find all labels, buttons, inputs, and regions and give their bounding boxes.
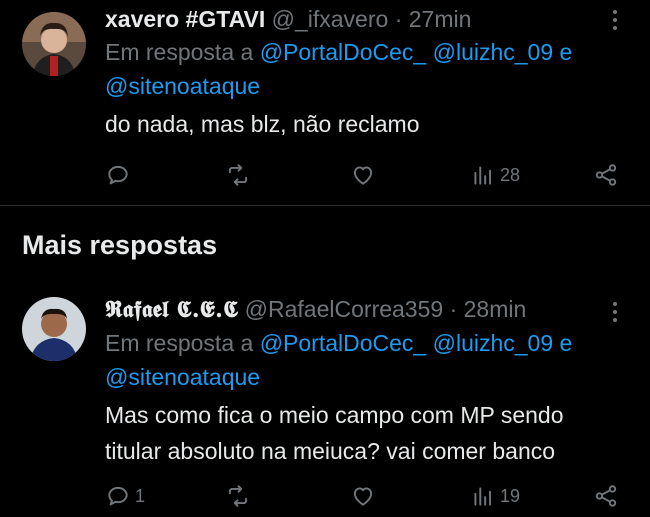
- reply-prefix: Em resposta a: [105, 39, 254, 65]
- reply-conjunction: e: [559, 330, 573, 356]
- tweet-2[interactable]: 𝕽𝖆𝖋𝖆𝖊𝖑 𝕮.𝕰.𝕮 @RafaelCorrea359 · 28min Em…: [0, 285, 650, 517]
- more-icon[interactable]: [604, 3, 626, 37]
- reply-button[interactable]: [105, 160, 135, 190]
- reply-conjunction: e: [559, 39, 573, 65]
- timestamp[interactable]: · 27min: [395, 6, 472, 32]
- display-name[interactable]: xavero #GTAVI: [105, 6, 265, 32]
- handle[interactable]: @RafaelCorrea359: [245, 296, 444, 322]
- tweet-text: do nada, mas blz, não reclamo: [105, 111, 420, 137]
- retweet-button[interactable]: [225, 160, 251, 190]
- like-icon: [353, 487, 373, 506]
- mention-link[interactable]: @PortalDoCec_: [260, 39, 427, 65]
- like-button[interactable]: [350, 160, 376, 190]
- retweet-icon: [228, 164, 248, 186]
- views-button[interactable]: 19: [470, 481, 520, 511]
- mention-link[interactable]: @sitenoataque: [105, 73, 260, 99]
- share-icon: [595, 164, 617, 186]
- share-button[interactable]: [593, 481, 619, 511]
- reply-context: Em resposta a @PortalDoCec_ @luizhc_09 e…: [105, 326, 630, 394]
- reply-prefix: Em resposta a: [105, 330, 254, 356]
- tweet-actions: 1 19: [105, 481, 630, 511]
- tweet-text-line: titular absoluto na meiuca? vai comer ba…: [105, 438, 556, 464]
- mention-link[interactable]: @luizhc_09: [433, 39, 554, 65]
- timestamp[interactable]: · 28min: [450, 296, 527, 322]
- tweet-text: Mas como fica o meio campo com MP sendo …: [105, 397, 630, 469]
- like-icon: [353, 166, 373, 185]
- like-button[interactable]: [350, 481, 376, 511]
- reply-button[interactable]: 1: [105, 481, 145, 511]
- views-icon: [474, 166, 492, 185]
- views-icon: [474, 487, 492, 506]
- tweet-header: 𝕽𝖆𝖋𝖆𝖊𝖑 𝕮.𝕰.𝕮 @RafaelCorrea359 · 28min: [105, 293, 630, 326]
- tweet-actions: 28: [105, 160, 630, 190]
- reply-icon: [108, 165, 128, 185]
- mention-link[interactable]: @PortalDoCec_: [260, 330, 427, 356]
- views-count: 19: [500, 485, 521, 506]
- display-name[interactable]: 𝕽𝖆𝖋𝖆𝖊𝖑 𝕮.𝕰.𝕮: [105, 296, 238, 323]
- avatar[interactable]: [22, 297, 86, 361]
- section-title: Mais respostas: [22, 230, 218, 260]
- retweet-button[interactable]: [225, 481, 251, 511]
- tweet-header: xavero #GTAVI @_ifxavero · 27min: [105, 3, 630, 35]
- handle[interactable]: @_ifxavero: [272, 6, 389, 32]
- share-icon: [595, 485, 617, 507]
- avatar[interactable]: [22, 12, 86, 76]
- divider: [0, 205, 650, 206]
- share-button[interactable]: [593, 160, 619, 190]
- reply-context: Em resposta a @PortalDoCec_ @luizhc_09 e…: [105, 35, 630, 103]
- retweet-icon: [228, 485, 248, 507]
- reply-count: 1: [135, 485, 146, 506]
- reply-icon: [108, 486, 128, 506]
- more-icon[interactable]: [604, 295, 626, 329]
- views-button[interactable]: 28: [470, 160, 520, 190]
- mention-link[interactable]: @luizhc_09: [433, 330, 554, 356]
- views-count: 28: [500, 164, 521, 185]
- mention-link[interactable]: @sitenoataque: [105, 364, 260, 390]
- tweet-text-line: Mas como fica o meio campo com MP sendo: [105, 402, 564, 428]
- tweet-1[interactable]: xavero #GTAVI @_ifxavero · 27min Em resp…: [0, 0, 650, 205]
